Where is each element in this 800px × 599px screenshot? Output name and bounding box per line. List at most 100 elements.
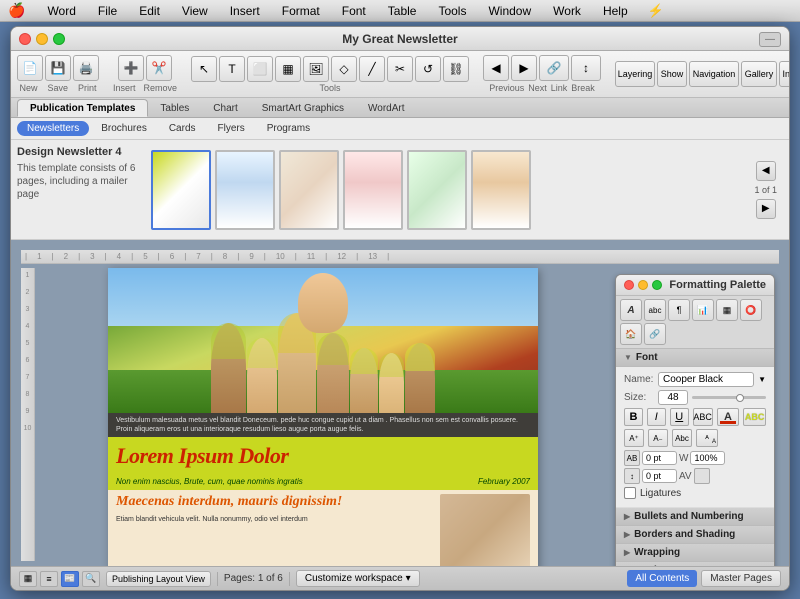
kerning-btn[interactable] xyxy=(694,468,710,484)
template-thumb-3[interactable] xyxy=(279,150,339,230)
bullets-numbering-section[interactable]: ▶ Bullets and Numbering xyxy=(616,508,774,526)
minimize-button[interactable] xyxy=(36,33,48,45)
subtab-programs[interactable]: Programs xyxy=(257,121,320,136)
palette-tool-6[interactable]: ⭕ xyxy=(740,299,762,321)
tab-wordart[interactable]: WordArt xyxy=(356,99,417,117)
superscript-button[interactable]: A⁺ xyxy=(624,429,644,447)
view-btn-1[interactable]: ▦ xyxy=(19,571,37,587)
width-scale-input[interactable] xyxy=(690,451,725,465)
text-tool[interactable]: T xyxy=(219,56,245,82)
palette-maximize[interactable] xyxy=(652,280,662,290)
font-name-dropdown[interactable]: ▼ xyxy=(758,375,766,384)
template-thumb-6[interactable] xyxy=(471,150,531,230)
link-frame-tool[interactable]: ⛓ xyxy=(443,56,469,82)
menu-work[interactable]: Work xyxy=(549,2,585,20)
font-section-header[interactable]: ▼ Font xyxy=(616,349,774,367)
menu-edit[interactable]: Edit xyxy=(135,2,164,20)
template-thumb-5[interactable] xyxy=(407,150,467,230)
view-btn-4[interactable]: 🔍 xyxy=(82,571,100,587)
tab-smartart[interactable]: SmartArt Graphics xyxy=(250,99,356,117)
subtab-newsletters[interactable]: Newsletters xyxy=(17,121,89,136)
italic-button[interactable]: I xyxy=(647,408,666,426)
table-tool[interactable]: ▦ xyxy=(275,56,301,82)
palette-tool-5[interactable]: ▦ xyxy=(716,299,738,321)
show-button[interactable]: Show xyxy=(657,61,687,87)
font-size-input[interactable] xyxy=(658,390,688,405)
palette-tool-4[interactable]: 📊 xyxy=(692,299,714,321)
rotate-tool[interactable]: ↺ xyxy=(415,56,441,82)
palette-minimize[interactable] xyxy=(638,280,648,290)
image-tool[interactable]: 🖼 xyxy=(303,56,329,82)
underline-button[interactable]: U xyxy=(670,408,689,426)
remove-button[interactable]: ✂️ xyxy=(146,55,172,81)
tab-tables[interactable]: Tables xyxy=(148,99,201,117)
menu-help[interactable]: Help xyxy=(599,2,632,20)
subtab-brochures[interactable]: Brochures xyxy=(91,121,157,136)
palette-tool-8[interactable]: 🔗 xyxy=(644,323,666,345)
layering-button[interactable]: Layering xyxy=(615,61,655,87)
menu-tools[interactable]: Tools xyxy=(434,2,470,20)
font-size-slider[interactable] xyxy=(692,396,766,399)
view-btn-3[interactable]: 📰 xyxy=(61,571,79,587)
link-button[interactable]: 🔗 xyxy=(539,55,569,81)
bold-button[interactable]: B xyxy=(624,408,643,426)
menu-table[interactable]: Table xyxy=(384,2,421,20)
menu-window[interactable]: Window xyxy=(484,2,535,20)
menu-format[interactable]: Format xyxy=(278,2,324,20)
all-contents-button[interactable]: All Contents xyxy=(627,570,697,587)
previous-button[interactable]: ◀ xyxy=(483,55,509,81)
template-thumb-2[interactable] xyxy=(215,150,275,230)
inspector-button[interactable]: Inspector xyxy=(779,61,790,87)
tab-chart[interactable]: Chart xyxy=(201,99,249,117)
save-button[interactable]: 💾 xyxy=(45,55,71,81)
font-color-button[interactable]: A xyxy=(717,408,740,426)
collapse-button[interactable]: — xyxy=(759,32,781,47)
crop-tool[interactable]: ✂ xyxy=(387,56,413,82)
menu-file[interactable]: File xyxy=(94,2,121,20)
palette-tool-3[interactable]: ¶ xyxy=(668,299,690,321)
cursor-tool[interactable]: ↖ xyxy=(191,56,217,82)
view-btn-2[interactable]: ≡ xyxy=(40,571,58,587)
borders-shading-section[interactable]: ▶ Borders and Shading xyxy=(616,526,774,544)
break-button[interactable]: ↕ xyxy=(571,55,601,81)
wrapping-section[interactable]: ▶ Wrapping xyxy=(616,544,774,562)
ligatures-checkbox[interactable] xyxy=(624,487,636,499)
small-caps-button[interactable]: ᴬA xyxy=(696,429,718,447)
menu-insert[interactable]: Insert xyxy=(226,2,264,20)
subtab-flyers[interactable]: Flyers xyxy=(208,121,255,136)
font-name-input[interactable] xyxy=(658,372,754,387)
customize-workspace-button[interactable]: Customize workspace ▾ xyxy=(296,570,420,587)
close-button[interactable] xyxy=(19,33,31,45)
palette-tool-2[interactable]: abc xyxy=(644,299,666,321)
apple-logo[interactable]: 🍎 xyxy=(8,2,25,19)
master-pages-button[interactable]: Master Pages xyxy=(701,570,781,587)
templates-next-button[interactable]: ▶ xyxy=(756,199,776,219)
all-caps-button[interactable]: Abc xyxy=(672,429,692,447)
strikethrough-button[interactable]: ABC xyxy=(693,408,713,426)
subtab-cards[interactable]: Cards xyxy=(159,121,206,136)
navigation-button[interactable]: Navigation xyxy=(689,61,739,87)
frame-tool[interactable]: ⬜ xyxy=(247,56,273,82)
subscript-button[interactable]: A₋ xyxy=(648,429,668,447)
char-spacing-input[interactable] xyxy=(642,451,677,465)
tab-publication-templates[interactable]: Publication Templates xyxy=(17,99,148,117)
maximize-button[interactable] xyxy=(53,33,65,45)
template-thumb-4[interactable] xyxy=(343,150,403,230)
next-button[interactable]: ▶ xyxy=(511,55,537,81)
highlight-button[interactable]: ABC xyxy=(743,408,766,426)
palette-tool-1[interactable]: A xyxy=(620,299,642,321)
templates-prev-button[interactable]: ◀ xyxy=(756,161,776,181)
shape-tool[interactable]: ◇ xyxy=(331,56,357,82)
palette-close[interactable] xyxy=(624,280,634,290)
gallery-button[interactable]: Gallery xyxy=(741,61,777,87)
menu-font[interactable]: Font xyxy=(338,2,370,20)
line-tool[interactable]: ╱ xyxy=(359,56,385,82)
menu-word[interactable]: Word xyxy=(43,2,79,20)
menu-view[interactable]: View xyxy=(178,2,212,20)
template-thumb-1[interactable] xyxy=(151,150,211,230)
line-spacing-input[interactable] xyxy=(642,469,677,483)
new-button[interactable]: 📄 xyxy=(17,55,43,81)
insert-button[interactable]: ➕ xyxy=(118,55,144,81)
palette-tool-7[interactable]: 🏠 xyxy=(620,323,642,345)
print-button[interactable]: 🖨️ xyxy=(73,55,99,81)
